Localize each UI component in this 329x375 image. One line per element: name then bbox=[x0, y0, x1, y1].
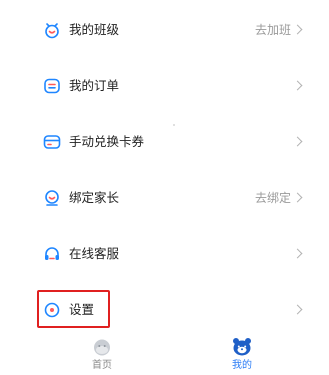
menu-item-label: 在线客服 bbox=[69, 246, 120, 261]
headset-icon bbox=[43, 245, 61, 263]
bind-parent-text: 去绑定 bbox=[254, 191, 291, 205]
stray-dot bbox=[173, 124, 175, 126]
menu-item-my-class[interactable]: 我的班级 去加班 bbox=[0, 10, 329, 50]
bottom-tab-bar: 首页 我的 bbox=[0, 333, 329, 375]
tab-mine-label: 我的 bbox=[232, 360, 252, 371]
class-icon bbox=[43, 21, 61, 39]
chevron-right-icon bbox=[292, 24, 303, 35]
chevron-right-icon bbox=[292, 248, 303, 259]
tab-home-label: 首页 bbox=[92, 360, 112, 371]
order-icon bbox=[43, 77, 61, 95]
settings-icon bbox=[43, 301, 61, 319]
menu-item-label: 我的订单 bbox=[69, 78, 120, 93]
menu-item-bind-parent[interactable]: 绑定家长 去绑定 bbox=[0, 178, 329, 218]
chevron-right-icon bbox=[292, 80, 303, 91]
join-class-text: 去加班 bbox=[254, 23, 291, 37]
menu-item-label: 绑定家长 bbox=[69, 190, 120, 205]
card-icon bbox=[43, 133, 61, 151]
menu-item-label: 设置 bbox=[69, 302, 95, 317]
chevron-right-icon bbox=[292, 192, 303, 203]
menu-item-label: 我的班级 bbox=[69, 22, 120, 37]
mine-bear-icon bbox=[231, 337, 253, 357]
tab-home[interactable]: 首页 bbox=[72, 333, 132, 375]
chevron-right-icon bbox=[292, 304, 303, 315]
menu-item-settings[interactable]: 设置 bbox=[0, 290, 329, 330]
tab-mine[interactable]: 我的 bbox=[212, 333, 272, 375]
menu-item-redeem-coupon[interactable]: 手动兑换卡券 bbox=[0, 122, 329, 162]
menu-item-label: 手动兑换卡券 bbox=[69, 134, 145, 149]
menu-item-online-service[interactable]: 在线客服 bbox=[0, 234, 329, 274]
menu-item-my-orders[interactable]: 我的订单 bbox=[0, 66, 329, 106]
home-face-icon bbox=[91, 337, 113, 357]
chevron-right-icon bbox=[292, 136, 303, 147]
parent-icon bbox=[43, 189, 61, 207]
